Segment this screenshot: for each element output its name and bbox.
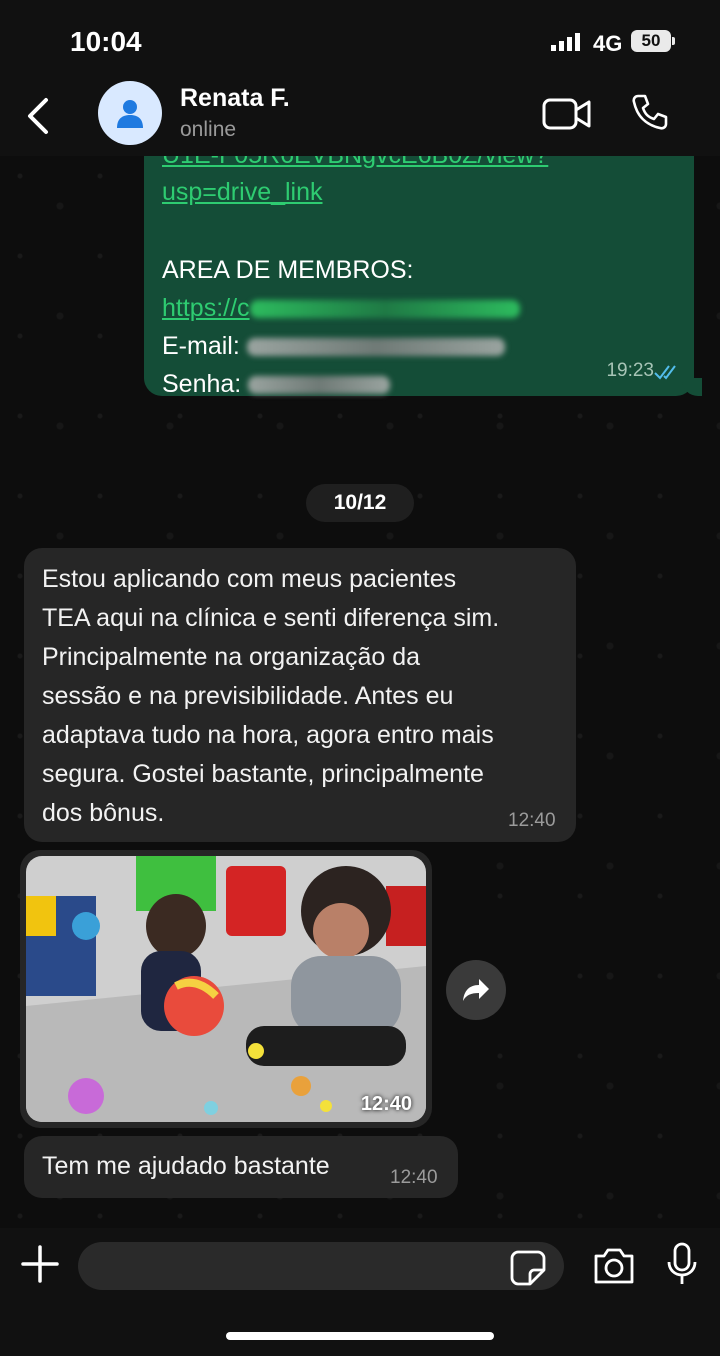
camera-icon[interactable] [592,1246,636,1286]
date-separator: 10/12 [306,484,414,522]
plus-icon[interactable] [20,1244,60,1284]
photo-image [26,856,426,1122]
photo-time: 12:40 [360,1093,412,1115]
message-line: dos bônus. [42,799,165,827]
message-line: TEA aqui na clínica e senti diferença si… [42,604,500,632]
battery-cap [672,37,675,45]
message-line: adaptava tudo na hora, agora entro mais [42,721,494,749]
contact-name[interactable]: Renata F. [180,84,290,113]
signal-icon [551,33,580,51]
message-line: sessão e na previsibilidade. Antes eu [42,682,454,710]
message-input-bar [0,1228,720,1356]
blurred-password [248,376,391,395]
password-line: Senha: [162,365,391,403]
message-text: Tem me ajudado bastante [42,1152,330,1180]
sticker-icon[interactable] [510,1250,546,1286]
members-url-line: https://c [162,289,520,327]
password-label: Senha: [162,370,242,398]
drive-link[interactable]: usp=drive_link [162,173,323,211]
battery-indicator: 50 [631,30,671,52]
status-bar: 10:04 4G 50 [0,0,720,80]
avatar[interactable] [98,81,162,145]
phone-icon[interactable] [630,92,670,132]
message-line: Principalmente na organização da [42,643,421,671]
message-line: segura. Gostei bastante, principalmente [42,760,484,788]
members-url[interactable]: https://c [162,294,250,322]
members-area-heading: AREA DE MEMBROS: [162,256,414,284]
blurred-url [249,300,520,319]
email-label: E-mail: [162,332,240,360]
message-time: 19:23 [606,360,654,381]
chevron-left-icon[interactable] [20,94,56,138]
outgoing-message[interactable]: U1E-F05R6EVBNgvcE6B0Z/view? usp=drive_li… [144,156,702,398]
bubble-tail [682,378,702,396]
forward-button[interactable] [446,960,506,1020]
blurred-email [246,338,505,357]
video-camera-icon[interactable] [542,96,592,132]
drive-link-partial[interactable]: U1E-F05R6EVBNgvcE6B0Z/view? [162,156,548,174]
incoming-message[interactable]: Estou aplicando com meus pacientes TEA a… [24,548,576,842]
email-line: E-mail: [162,327,505,365]
double-check-icon [654,365,676,380]
message-line: Estou aplicando com meus pacientes [42,565,457,593]
incoming-photo-message[interactable]: 12:40 [20,850,432,1128]
photo[interactable]: 12:40 [26,856,426,1122]
network-type: 4G [593,31,623,56]
microphone-icon[interactable] [664,1242,700,1286]
forward-icon [463,979,489,1001]
message-input[interactable] [78,1242,564,1290]
message-time: 12:40 [508,810,556,831]
contact-status: online [180,118,237,141]
chat-header: Renata F. online [0,80,720,156]
chat-area[interactable]: U1E-F05R6EVBNgvcE6B0Z/view? usp=drive_li… [0,156,720,1228]
person-icon [117,100,143,128]
incoming-message[interactable]: Tem me ajudado bastante 12:40 [24,1136,458,1198]
home-indicator [226,1332,494,1340]
message-time: 12:40 [390,1167,438,1188]
status-time: 10:04 [70,26,142,57]
